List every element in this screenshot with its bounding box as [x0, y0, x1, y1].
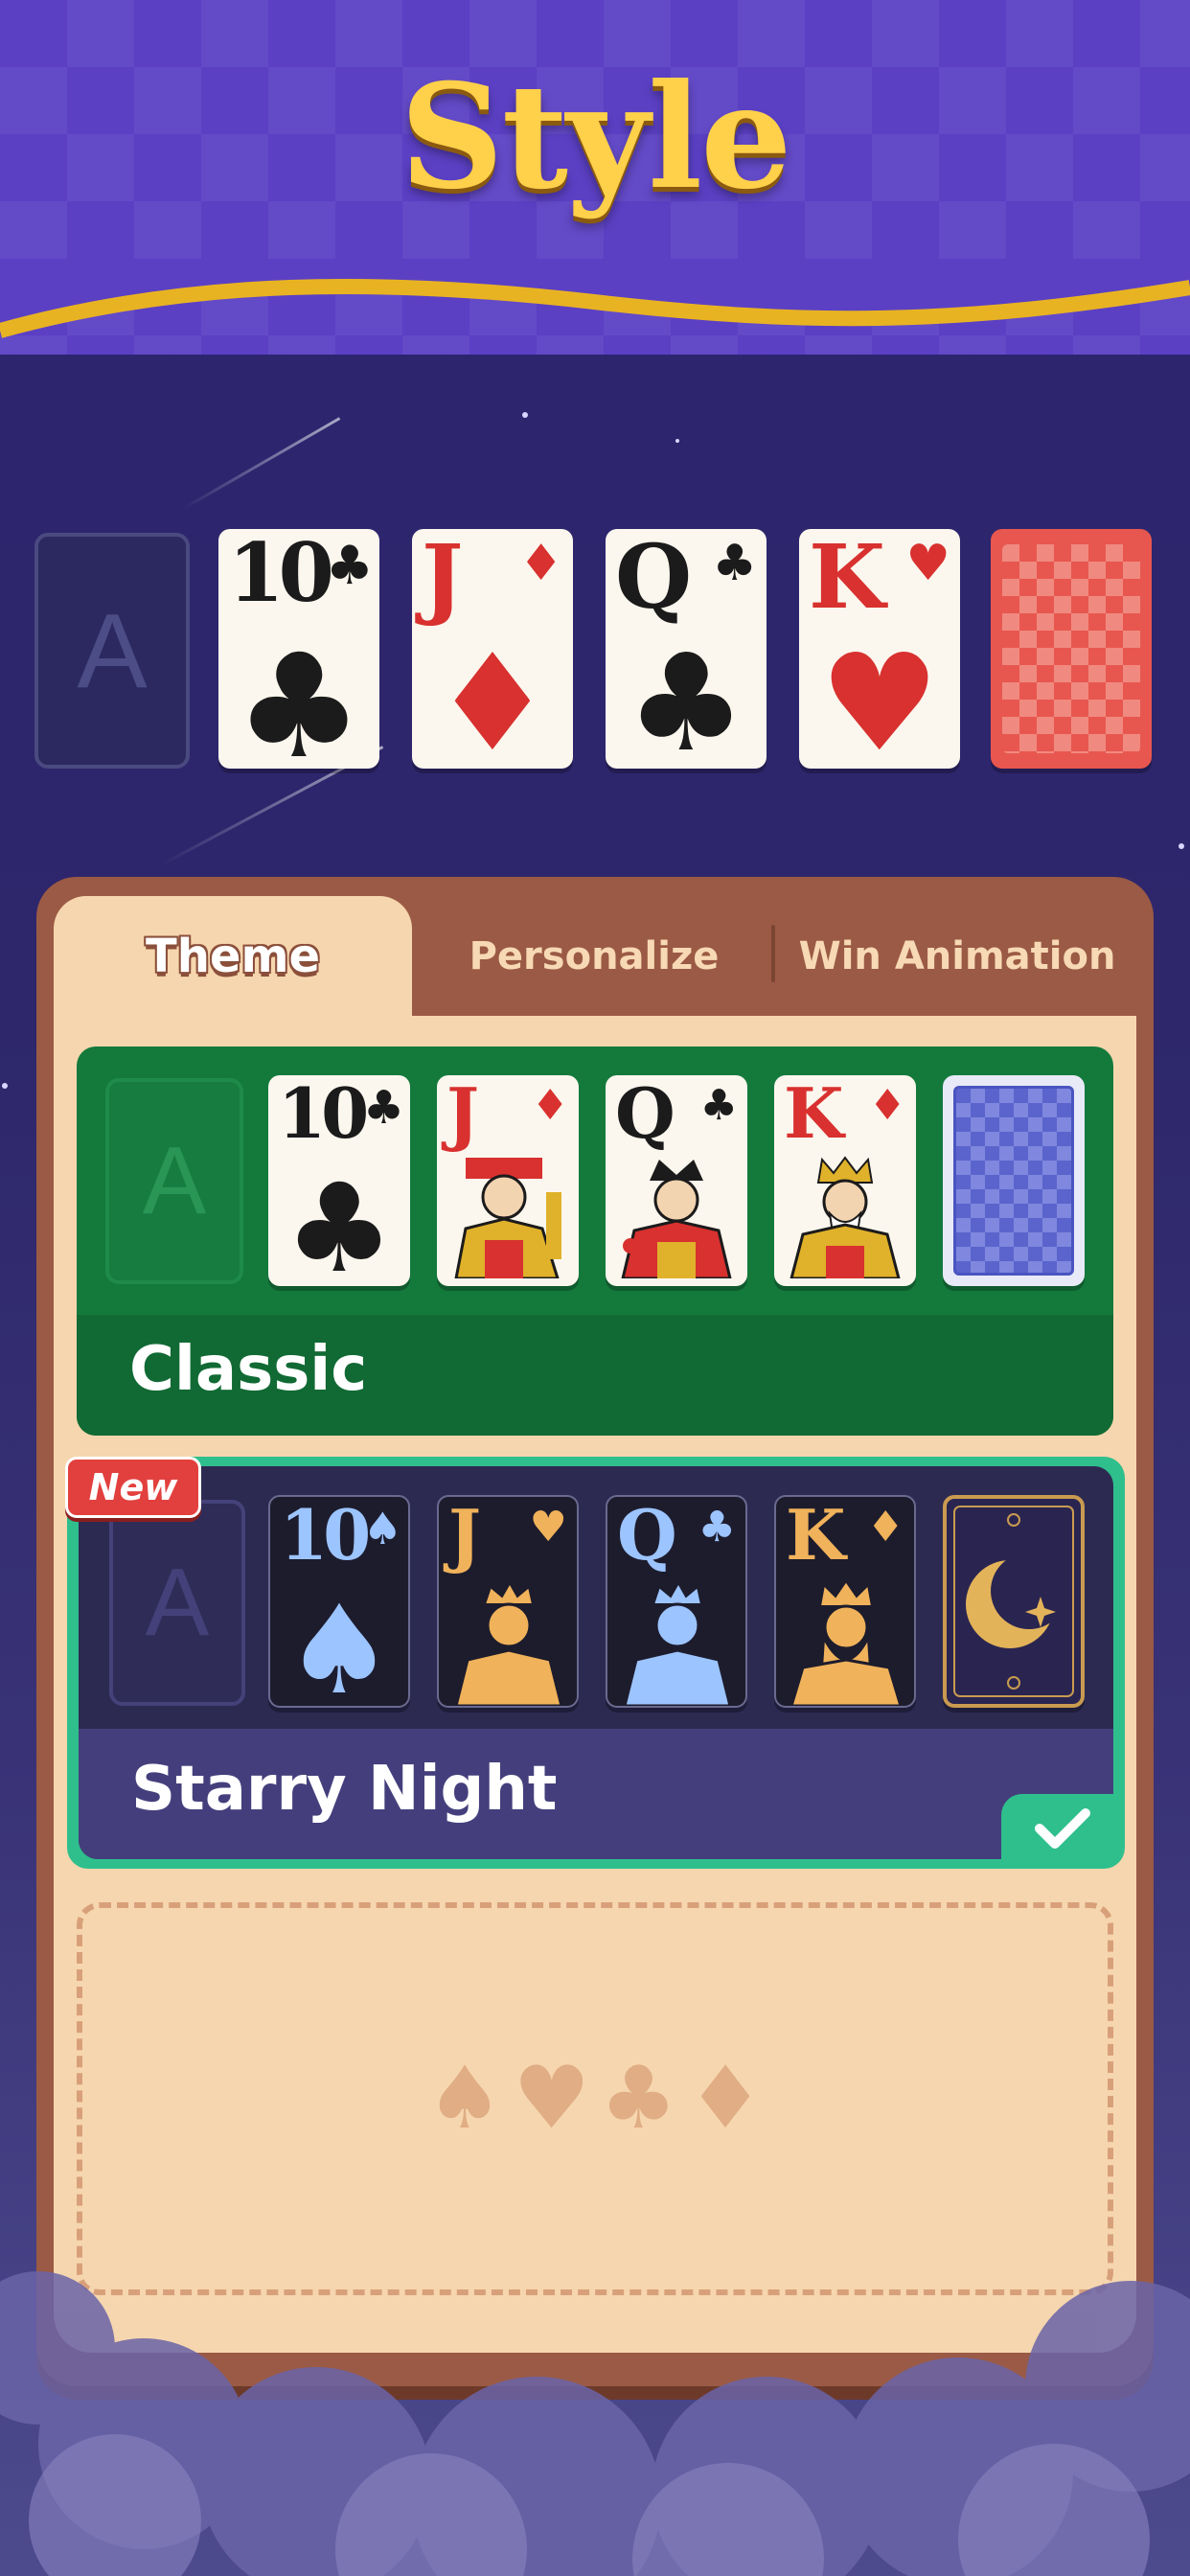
selected-check-badge [1001, 1794, 1124, 1863]
moon-icon [953, 1506, 1074, 1697]
starry-card-10-spades: 10 ♠ ♠ [268, 1495, 410, 1708]
jack-face-illustration [454, 1580, 563, 1706]
star [1179, 843, 1184, 849]
placeholder-label: A [145, 1549, 210, 1656]
theme-name: Starry Night [131, 1754, 558, 1825]
new-badge: New [65, 1457, 201, 1518]
tab-divider [771, 925, 775, 982]
card-rank: Q [615, 529, 693, 629]
preview-card-q-clubs: Q ♣ ♣ [606, 529, 767, 769]
classic-card-back [943, 1075, 1085, 1286]
starry-card-q-clubs: Q ♣ [606, 1495, 747, 1708]
page-title: Style [400, 53, 791, 221]
card-rank: Q [617, 1495, 677, 1576]
star [675, 439, 679, 443]
diamond-icon: ♦ [868, 1081, 906, 1130]
spade-icon: ♠ [362, 1503, 402, 1554]
card-rank: Q [615, 1075, 675, 1154]
preview-foundation-slot: A [34, 533, 190, 769]
classic-card-q-clubs: Q ♣ [606, 1075, 747, 1286]
heart-icon: ♥ [819, 625, 940, 769]
starry-card-back [943, 1495, 1085, 1708]
suit-icons: ♠ ♥ ♣ ♦ [426, 2056, 765, 2142]
diamond-pattern [953, 1086, 1074, 1276]
starry-card-j-hearts: J ♥ [437, 1495, 579, 1708]
club-icon: ♣ [712, 534, 757, 592]
queen-face-illustration [623, 1580, 732, 1706]
club-icon: ♣ [698, 1503, 736, 1552]
king-face-illustration [790, 1579, 903, 1706]
starry-foundation-slot: A [109, 1500, 245, 1706]
starry-card-k-diamonds: K ♦ [774, 1495, 916, 1708]
card-rank: K [784, 1075, 844, 1154]
clouds-decoration [0, 2271, 1190, 2576]
preview-card-10-clubs: 10 ♣ ♣ [218, 529, 379, 769]
classic-card-10-clubs: 10 ♣ ♣ [268, 1075, 410, 1286]
preview-card-back [991, 529, 1152, 769]
classic-card-k-diamonds: K ♦ [774, 1075, 916, 1286]
diamond-icon: ♦ [432, 625, 553, 769]
tab-personalize[interactable]: Personalize [422, 896, 767, 1016]
card-rank: J [448, 1495, 482, 1576]
card-rank: J [422, 529, 464, 629]
card-rank: K [786, 1495, 846, 1576]
diamond-icon: ♦ [518, 534, 563, 592]
heart-icon: ♥ [513, 2048, 590, 2149]
checker-pattern [1002, 544, 1140, 753]
checkmark-icon [1035, 1808, 1090, 1849]
star [522, 412, 528, 418]
header-wave [0, 259, 1190, 338]
king-face-illustration [784, 1154, 906, 1278]
theme-name: Classic [129, 1334, 368, 1405]
classic-foundation-slot: A [105, 1078, 243, 1284]
preview-card-j-diamonds: J ♦ ♦ [412, 529, 573, 769]
spade-icon: ♠ [284, 1578, 395, 1708]
club-icon: ♣ [600, 2048, 677, 2149]
jack-face-illustration [446, 1154, 569, 1278]
star [2, 1083, 8, 1089]
card-rank: 10 [280, 1495, 371, 1576]
club-icon: ♣ [626, 625, 746, 769]
placeholder-label: A [142, 1127, 207, 1234]
queen-face-illustration [615, 1154, 738, 1278]
club-icon: ♣ [362, 1081, 404, 1135]
tab-win-animation[interactable]: Win Animation [778, 896, 1136, 1016]
card-rank: K [809, 529, 885, 629]
card-rank: 10 [228, 529, 334, 620]
card-rank: 10 [278, 1075, 369, 1154]
club-icon: ♣ [284, 1157, 395, 1286]
diamond-icon: ♦ [686, 2048, 765, 2149]
classic-card-j-diamonds: J ♦ [437, 1075, 579, 1286]
club-icon: ♣ [325, 534, 374, 597]
heart-icon: ♥ [905, 534, 950, 592]
preview-card-k-hearts: K ♥ ♥ [799, 529, 960, 769]
spade-icon: ♠ [425, 2048, 504, 2149]
placeholder-label: A [77, 591, 148, 710]
diamond-icon: ♦ [866, 1503, 904, 1552]
shooting-star [181, 417, 341, 511]
card-rank: J [446, 1075, 480, 1154]
diamond-icon: ♦ [531, 1081, 569, 1130]
tab-theme[interactable]: Theme [54, 896, 412, 1016]
club-icon: ♣ [699, 1081, 738, 1130]
club-icon: ♣ [234, 622, 364, 769]
heart-icon: ♥ [529, 1503, 567, 1552]
